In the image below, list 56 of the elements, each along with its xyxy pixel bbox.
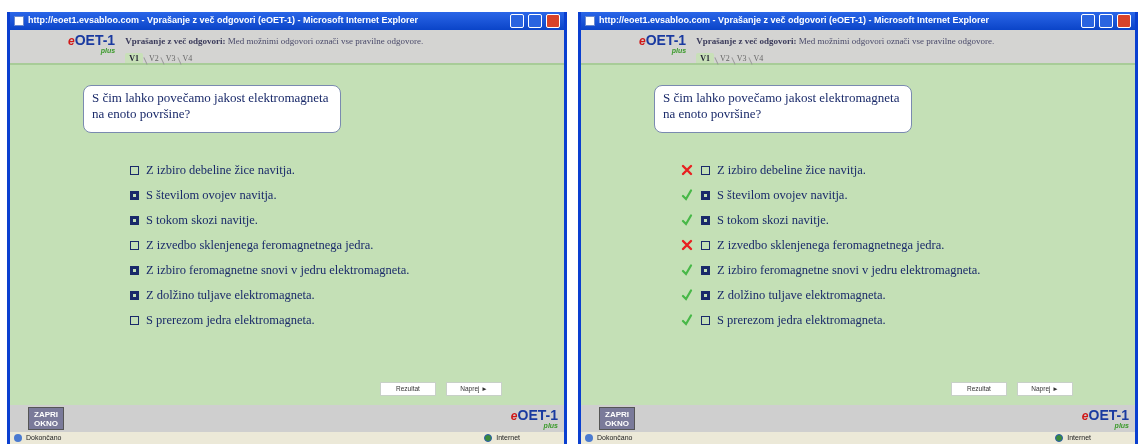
tab[interactable]: V3 — [735, 52, 748, 65]
close-window-button[interactable]: ZAPRI OKNO — [28, 407, 64, 430]
answer-text: S prerezom jedra elektromagneta. — [146, 311, 315, 329]
checkbox[interactable] — [701, 240, 710, 250]
checkbox[interactable] — [701, 265, 710, 275]
close-window-button[interactable]: ZAPRI OKNO — [599, 407, 635, 430]
tab[interactable]: V1 — [696, 52, 714, 65]
page-icon — [14, 434, 22, 442]
checkbox[interactable] — [701, 165, 710, 175]
answer-text: S tokom skozi navitje. — [146, 211, 258, 229]
question-box: S čim lahko povečamo jakost elektromagneta na enoto površine? — [83, 85, 341, 133]
answer-text: Z dolžino tuljave elektromagneta. — [146, 286, 315, 304]
globe-icon — [1055, 434, 1064, 442]
checkbox[interactable] — [130, 215, 139, 225]
answer-text: S številom ovojev navitja. — [717, 186, 848, 204]
answer-text: S številom ovojev navitja. — [146, 186, 277, 204]
tab[interactable]: V2 — [718, 52, 731, 65]
minimize-button[interactable] — [1081, 14, 1095, 28]
tab[interactable]: V1 — [125, 52, 143, 65]
tab[interactable]: V4 — [181, 52, 194, 65]
answer-text: Z izbiro feromagnetne snovi v jedru elektromagneta. — [717, 261, 981, 279]
page-icon — [585, 434, 593, 442]
globe-icon — [484, 434, 493, 442]
checkbox[interactable] — [701, 215, 710, 225]
page-icon — [14, 16, 24, 26]
answer-text: S tokom skozi navitje. — [717, 211, 829, 229]
checkbox[interactable] — [701, 315, 710, 325]
maximize-button[interactable] — [1099, 14, 1113, 28]
close-button[interactable] — [1117, 14, 1131, 28]
answer-text: Z dolžino tuljave elektromagneta. — [717, 286, 886, 304]
answer-text: S prerezom jedra elektromagneta. — [717, 311, 886, 329]
tab[interactable]: V3 — [164, 52, 177, 65]
checkbox[interactable] — [130, 290, 139, 300]
tab[interactable]: V2 — [147, 52, 160, 65]
answer-text: Z izvedbo sklenjenega feromagnetnega jedra. — [146, 236, 374, 254]
minimize-button[interactable] — [510, 14, 524, 28]
checkbox[interactable] — [701, 290, 710, 300]
maximize-button[interactable] — [528, 14, 542, 28]
answer-text: Z izbiro feromagnetne snovi v jedru elektromagneta. — [146, 261, 410, 279]
checkbox[interactable] — [701, 190, 710, 200]
checkbox[interactable] — [130, 240, 139, 250]
page-icon — [585, 16, 595, 26]
window-title: http://eoet1.evsabloo.com - Vprašanje z več odgovori (eOET-1) - Microsoft Internet Explorer — [28, 14, 420, 28]
instruction-text: Vprašanje z več odgovori: Med možnimi odgovori označi vse pravilne odgovore. — [696, 35, 995, 48]
answer-text: Z izvedbo sklenjenega feromagnetnega jedra. — [717, 236, 945, 254]
instruction-text: Vprašanje z več odgovori: Med možnimi odgovori označi vse pravilne odgovore. — [125, 35, 424, 48]
answer-text: Z izbiro debeline žice navitja. — [717, 161, 866, 179]
checkbox[interactable] — [130, 265, 139, 275]
checkbox[interactable] — [130, 165, 139, 175]
answer-text: Z izbiro debeline žice navitja. — [146, 161, 295, 179]
tab[interactable]: V4 — [752, 52, 765, 65]
checkbox[interactable] — [130, 190, 139, 200]
checkbox[interactable] — [130, 315, 139, 325]
window-title: http://eoet1.evsabloo.com - Vprašanje z več odgovori (eOET-1) - Microsoft Internet Explorer — [599, 14, 991, 28]
close-button[interactable] — [546, 14, 560, 28]
question-box: S čim lahko povečamo jakost elektromagneta na enoto površine? — [654, 85, 912, 133]
